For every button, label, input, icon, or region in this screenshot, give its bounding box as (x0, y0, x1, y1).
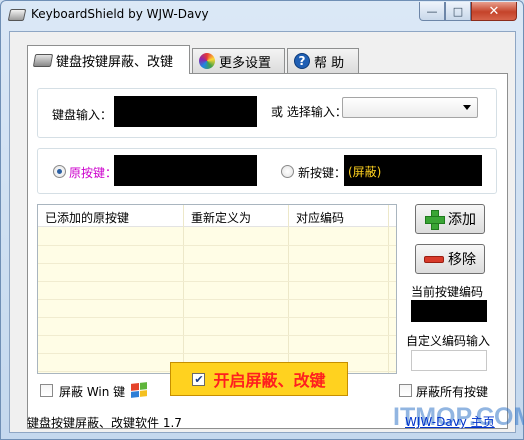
custom-code-label: 自定义编码输入 (406, 334, 491, 348)
original-key-radio[interactable] (53, 165, 66, 178)
column-header: 重新定义为 (191, 211, 252, 225)
tab-help[interactable]: ? 帮 助 (287, 48, 359, 73)
maximize-button[interactable]: □ (445, 2, 471, 21)
new-key-radio[interactable] (281, 165, 294, 178)
remove-button-label: 移除 (448, 252, 476, 268)
row-divider (38, 245, 396, 246)
table-header: 已添加的原按键 重新定义为 对应编码 (38, 205, 396, 227)
new-key-value: (屏蔽) (348, 165, 382, 179)
add-button[interactable]: 添加 (415, 204, 485, 234)
row-divider (38, 353, 396, 354)
color-wheel-icon (199, 53, 215, 69)
help-icon: ? (294, 53, 310, 69)
tab-block-remap[interactable]: 键盘按键屏蔽、改键 (27, 45, 190, 74)
tab-label: 帮 助 (314, 55, 345, 71)
block-win-label: 屏蔽 Win 键 (59, 385, 126, 399)
original-key-field[interactable] (114, 155, 257, 186)
tab-label: 更多设置 (219, 55, 272, 71)
status-text: 键盘按键屏蔽、改键软件 1.7 (27, 416, 182, 430)
row-divider (38, 299, 396, 300)
current-code-label: 当前按键编码 (411, 285, 484, 299)
client-area: 键盘按键屏蔽、改键 更多设置 ? 帮 助 键盘输入： 或 选择输入： 原按键： … (9, 31, 516, 433)
key-list-table[interactable]: 已添加的原按键 重新定义为 对应编码 (37, 204, 397, 374)
close-button[interactable]: ✕ (471, 2, 517, 21)
select-input-dropdown[interactable] (342, 97, 478, 118)
minimize-button[interactable]: — (419, 2, 445, 21)
keyboard-input-label: 键盘输入： (52, 108, 113, 122)
keyboard-input-field[interactable] (114, 96, 257, 127)
minus-icon (424, 255, 444, 263)
row-divider (38, 317, 396, 318)
homepage-link[interactable]: WJW-Davy 主页 (405, 413, 495, 430)
tab-more-settings[interactable]: 更多设置 (192, 48, 285, 73)
keyboard-icon (7, 9, 27, 21)
add-button-label: 添加 (448, 212, 476, 228)
title-bar[interactable]: KeyboardShield by WJW-Davy — □ ✕ (1, 1, 523, 29)
plus-icon (424, 209, 445, 230)
block-win-checkbox[interactable] (40, 384, 53, 397)
custom-code-input[interactable] (411, 350, 487, 371)
select-input-label: 或 选择输入： (271, 105, 347, 119)
toggle-block-button[interactable]: ✔ 开启屏蔽、改键 (170, 362, 348, 396)
block-all-checkbox[interactable] (399, 384, 412, 397)
row-divider (38, 281, 396, 282)
row-divider (38, 263, 396, 264)
tab-label: 键盘按键屏蔽、改键 (56, 54, 174, 70)
column-header: 对应编码 (296, 211, 345, 225)
toggle-block-label: 开启屏蔽、改键 (213, 371, 326, 390)
column-divider (183, 205, 184, 373)
column-divider (388, 205, 389, 373)
block-all-label: 屏蔽所有按键 (416, 385, 489, 399)
app-window: KeyboardShield by WJW-Davy — □ ✕ 键盘按键屏蔽、… (0, 0, 524, 440)
chevron-down-icon (463, 105, 471, 110)
windows-logo-icon (131, 382, 147, 398)
new-key-field[interactable]: (屏蔽) (344, 155, 482, 186)
checkmark-icon: ✔ (192, 372, 206, 386)
column-divider (288, 205, 289, 373)
original-key-label: 原按键： (69, 166, 118, 180)
new-key-label: 新按键： (298, 166, 347, 180)
keyboard-icon (32, 53, 54, 67)
column-header: 已添加的原按键 (45, 211, 130, 225)
row-divider (38, 335, 396, 336)
remove-button[interactable]: 移除 (415, 244, 485, 274)
window-title: KeyboardShield by WJW-Davy (31, 7, 209, 21)
current-code-field (411, 300, 487, 322)
